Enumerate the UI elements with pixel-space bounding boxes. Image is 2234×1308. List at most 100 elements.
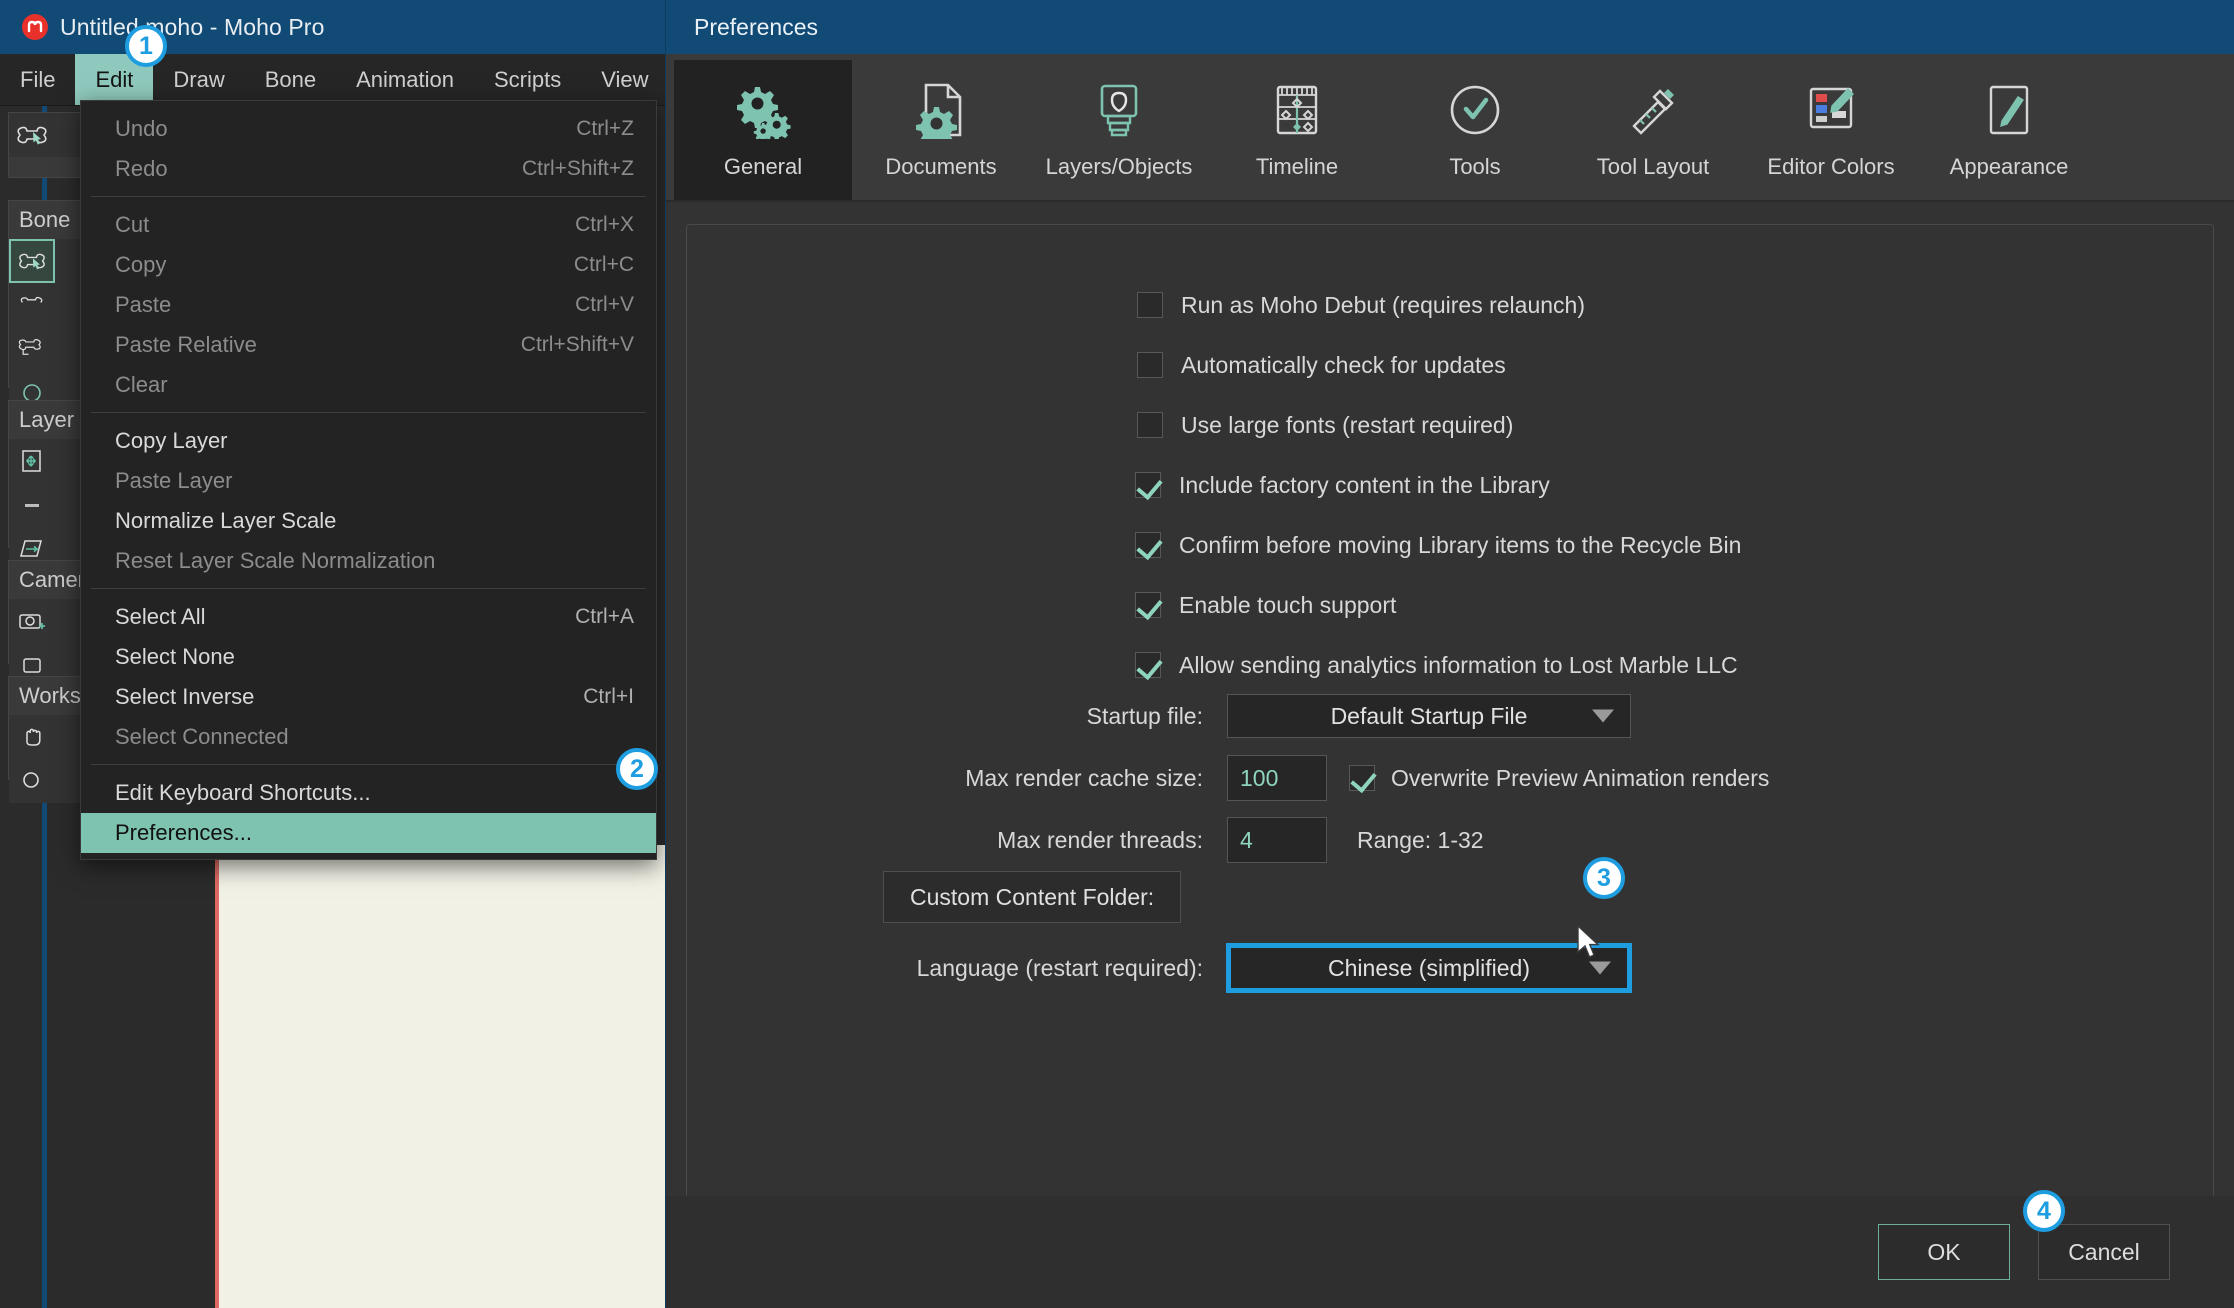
- menu-item-normalize-layer-scale[interactable]: Normalize Layer Scale: [81, 501, 656, 541]
- editor-colors-icon: [1802, 78, 1860, 142]
- cancel-button[interactable]: Cancel: [2038, 1224, 2170, 1280]
- zoom-tool-icon[interactable]: [9, 759, 55, 803]
- tab-editor-colors[interactable]: Editor Colors: [1742, 60, 1920, 200]
- tab-tool-layout[interactable]: Tool Layout: [1564, 60, 1742, 200]
- checkbox-row-include-factory-content[interactable]: Include factory content in the Library: [1135, 455, 1741, 515]
- menu-animation[interactable]: Animation: [336, 54, 474, 105]
- checkbox-row-use-large-fonts[interactable]: Use large fonts (restart required): [1137, 395, 1741, 455]
- camera-add-icon[interactable]: [9, 599, 55, 643]
- ok-button-label: OK: [1927, 1238, 1961, 1265]
- tab-label: Layers/Objects: [1045, 154, 1193, 179]
- language-value: Chinese (simplified): [1328, 954, 1530, 981]
- checkbox-row-confirm-recycle-bin[interactable]: Confirm before moving Library items to t…: [1135, 515, 1741, 575]
- menu-item-accel: Ctrl+A: [575, 605, 634, 628]
- checkbox-label: Use large fonts (restart required): [1181, 411, 1514, 438]
- gears-icon: [731, 78, 795, 142]
- bone-add-icon[interactable]: [9, 283, 55, 327]
- checkbox-box[interactable]: [1137, 352, 1163, 378]
- startup-file-row: Startup file: Default Startup File: [687, 685, 1687, 747]
- tab-layers-objects[interactable]: Layers/Objects: [1030, 60, 1208, 200]
- layer-move-icon[interactable]: [9, 439, 55, 483]
- menu-file[interactable]: File: [0, 54, 75, 105]
- tab-label: Tools: [1449, 154, 1501, 179]
- tab-timeline[interactable]: Timeline: [1208, 60, 1386, 200]
- menu-item-reset-layer-scale-normalization[interactable]: Reset Layer Scale Normalization: [81, 541, 656, 581]
- tab-tools[interactable]: Tools: [1386, 60, 1564, 200]
- menu-bone[interactable]: Bone: [245, 54, 336, 105]
- max-render-cache-input[interactable]: 100: [1227, 755, 1327, 801]
- startup-file-value: Default Startup File: [1330, 702, 1528, 729]
- max-render-threads-label: Max render threads:: [997, 826, 1203, 853]
- menu-item-accel: Ctrl+Shift+Z: [521, 157, 634, 180]
- appearance-icon: [1980, 78, 2038, 142]
- menu-item-label: Copy Layer: [115, 428, 228, 453]
- overwrite-preview-label: Overwrite Preview Animation renders: [1391, 764, 1770, 791]
- tab-documents[interactable]: Documents: [852, 60, 1030, 200]
- menu-item-select-none[interactable]: Select None: [81, 637, 656, 677]
- menu-item-paste-relative[interactable]: Paste Relative Ctrl+Shift+V: [81, 325, 656, 365]
- checkbox-row-enable-touch-support[interactable]: Enable touch support: [1135, 575, 1741, 635]
- max-render-threads-row: Max render threads: 4 Range: 1-32: [687, 809, 1887, 871]
- bone-select-icon[interactable]: [9, 239, 55, 283]
- checkbox-box[interactable]: [1135, 592, 1161, 618]
- menu-item-clear[interactable]: Clear: [81, 365, 656, 405]
- checkbox-box[interactable]: [1137, 412, 1163, 438]
- menu-view[interactable]: View: [581, 54, 668, 105]
- menu-item-edit-keyboard-shortcuts[interactable]: Edit Keyboard Shortcuts...: [81, 773, 656, 813]
- menu-item-select-inverse[interactable]: Select Inverse Ctrl+I: [81, 677, 656, 717]
- menu-item-preferences[interactable]: Preferences...: [81, 813, 656, 853]
- menu-item-label: Clear: [115, 372, 168, 397]
- menu-separator: [91, 196, 646, 197]
- menu-item-copy[interactable]: Copy Ctrl+C: [81, 245, 656, 285]
- checkbox-box[interactable]: [1135, 532, 1161, 558]
- checkbox-box[interactable]: [1135, 652, 1161, 678]
- bone-select-tool-icon[interactable]: [9, 113, 55, 157]
- menu-item-select-connected[interactable]: Select Connected: [81, 717, 656, 757]
- preferences-tabbar: General Documents Layers/Objects Timelin…: [666, 54, 2234, 202]
- checkbox-row-run-as-moho-debut[interactable]: Run as Moho Debut (requires relaunch): [1137, 275, 1741, 335]
- chevron-down-icon: [1592, 709, 1614, 723]
- menu-item-cut[interactable]: Cut Ctrl+X: [81, 205, 656, 245]
- menu-item-redo[interactable]: Redo Ctrl+Shift+Z: [81, 149, 656, 189]
- document-gear-icon: [912, 78, 970, 142]
- menu-item-paste-layer[interactable]: Paste Layer: [81, 461, 656, 501]
- menu-item-label: Undo: [115, 116, 168, 141]
- pan-hand-icon[interactable]: [9, 715, 55, 759]
- menu-item-accel: Ctrl+X: [575, 213, 634, 236]
- max-render-threads-input[interactable]: 4: [1227, 817, 1327, 863]
- overwrite-preview-checkbox[interactable]: [1349, 765, 1375, 791]
- preferences-dialog: Preferences General Documents Layers/Obj…: [665, 0, 2234, 1308]
- custom-content-folder-label: Custom Content Folder:: [910, 883, 1155, 910]
- ok-button[interactable]: OK: [1878, 1224, 2010, 1280]
- custom-content-folder-button[interactable]: Custom Content Folder:: [883, 871, 1182, 923]
- preferences-footer: OK Cancel: [666, 1196, 2234, 1308]
- tab-label: Tool Layout: [1596, 154, 1710, 179]
- timeline-icon: [1268, 78, 1326, 142]
- layer-minus-icon[interactable]: [9, 483, 55, 527]
- checkbox-box[interactable]: [1137, 292, 1163, 318]
- menu-item-undo[interactable]: Undo Ctrl+Z: [81, 109, 656, 149]
- menu-item-label: Paste Layer: [115, 468, 233, 493]
- menu-item-label: Reset Layer Scale Normalization: [115, 548, 436, 573]
- tab-general[interactable]: General: [674, 60, 852, 200]
- menu-scripts[interactable]: Scripts: [474, 54, 581, 105]
- startup-file-select[interactable]: Default Startup File: [1227, 694, 1631, 738]
- menu-item-label: Normalize Layer Scale: [115, 508, 337, 533]
- tab-appearance[interactable]: Appearance: [1920, 60, 2098, 200]
- menu-item-copy-layer[interactable]: Copy Layer: [81, 421, 656, 461]
- menu-item-select-all[interactable]: Select All Ctrl+A: [81, 597, 656, 637]
- menu-draw[interactable]: Draw: [153, 54, 244, 105]
- checkbox-row-auto-check-updates[interactable]: Automatically check for updates: [1137, 335, 1741, 395]
- menu-item-label: Preferences...: [115, 820, 252, 845]
- checkbox-list: Run as Moho Debut (requires relaunch) Au…: [1135, 275, 1741, 695]
- max-render-cache-value: 100: [1240, 764, 1279, 791]
- language-label: Language (restart required):: [916, 954, 1203, 981]
- custom-content-folder-row: Custom Content Folder:: [883, 871, 1182, 923]
- checkbox-label: Include factory content in the Library: [1179, 471, 1550, 498]
- bone-parent-icon[interactable]: [9, 327, 55, 371]
- moho-logo-icon: [22, 14, 48, 40]
- checkbox-box[interactable]: [1135, 472, 1161, 498]
- menu-item-paste[interactable]: Paste Ctrl+V: [81, 285, 656, 325]
- language-select[interactable]: Chinese (simplified): [1227, 944, 1631, 992]
- cancel-button-label: Cancel: [2068, 1238, 2140, 1265]
